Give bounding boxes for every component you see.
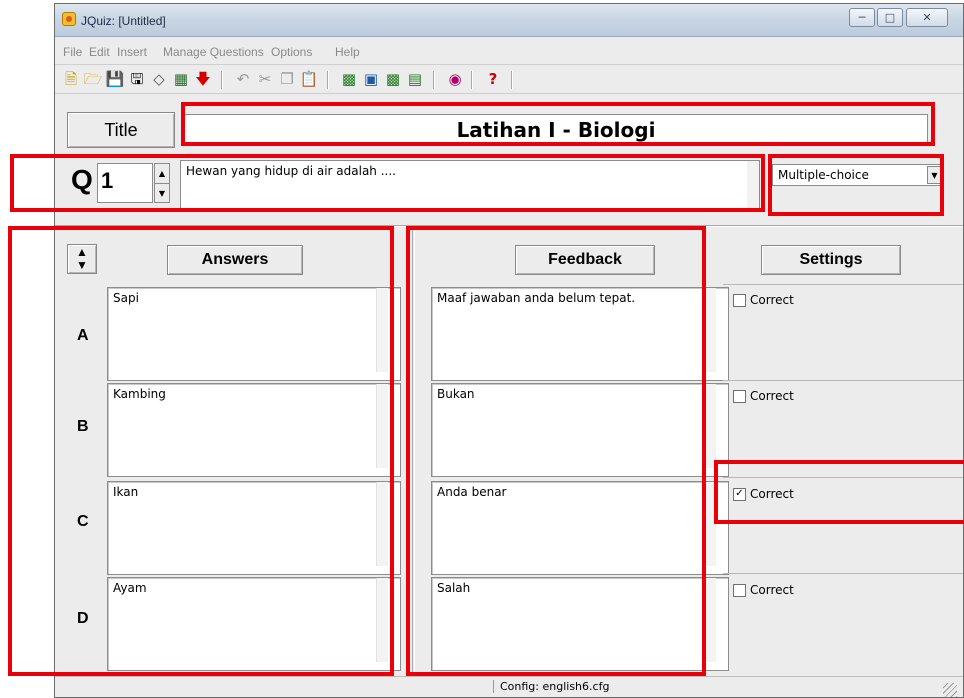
status-bar: Config: english6.cfg <box>55 676 963 698</box>
menu-insert[interactable]: Insert <box>117 45 147 59</box>
spin-down-icon[interactable]: ▼ <box>155 184 169 203</box>
export-alt-icon[interactable]: ▣ <box>361 69 381 89</box>
help-icon[interactable]: ? <box>483 69 503 89</box>
export-web-icon[interactable]: ▩ <box>383 69 403 89</box>
toolbar-separator <box>327 71 329 89</box>
correct-label: Correct <box>750 293 794 307</box>
feedback-scrollbar[interactable] <box>704 384 716 468</box>
export-icon[interactable]: ▩ <box>339 69 359 89</box>
menu-manage-questions[interactable]: Manage Questions <box>163 45 264 59</box>
close-icon: ✕ <box>922 11 932 24</box>
answer-scrollbar[interactable] <box>376 578 388 662</box>
jquiz-window: JQuiz: [Untitled] ─ □ ✕ File Edit Insert… <box>54 3 964 698</box>
question-number-spinner[interactable]: ▲ ▼ <box>154 163 170 203</box>
answer-letter: A <box>77 327 89 344</box>
question-number-input[interactable]: 1 <box>97 163 153 203</box>
title-bar[interactable]: JQuiz: [Untitled] ─ □ ✕ <box>55 4 963 37</box>
settings-separator <box>723 284 963 285</box>
colors-icon[interactable]: ◉ <box>445 69 465 89</box>
save-icon[interactable]: 💾 <box>105 69 125 89</box>
checkbox-checked-icon[interactable]: ✓ <box>733 488 746 501</box>
question-scrollbar[interactable] <box>747 161 759 211</box>
feedback-scrollbar[interactable] <box>704 288 716 372</box>
minimize-button[interactable]: ─ <box>849 8 875 27</box>
open-folder-icon[interactable]: 🗁 <box>83 69 103 89</box>
quiz-title-input[interactable]: Latihan I - Biologi <box>184 114 928 146</box>
answer-scrollbar[interactable] <box>376 384 388 468</box>
answers-header-button[interactable]: Answers <box>167 245 303 275</box>
resize-grip-icon[interactable] <box>943 683 957 697</box>
question-text-input[interactable]: Hewan yang hidup di air adalah .... <box>180 160 760 212</box>
window-title: JQuiz: [Untitled] <box>81 14 166 28</box>
close-button[interactable]: ✕ <box>906 8 948 27</box>
save-as-icon[interactable]: 🖫 <box>127 69 147 89</box>
reorder-answers-button[interactable]: ▲ ▼ <box>67 244 97 274</box>
chevron-down-icon[interactable]: ▼ <box>927 166 942 184</box>
checkbox-box[interactable] <box>733 390 746 403</box>
web-page-icon[interactable]: ▦ <box>171 69 191 89</box>
feedback-input[interactable]: Salah <box>431 577 729 671</box>
answer-letter: C <box>77 513 89 530</box>
feedback-header-button[interactable]: Feedback <box>515 245 655 275</box>
copy-icon[interactable]: ❐ <box>277 69 297 89</box>
question-type-select[interactable]: Multiple-choice <box>772 164 944 186</box>
question-label: Q <box>71 164 93 195</box>
print-icon[interactable]: ▤ <box>405 69 425 89</box>
feedback-input[interactable]: Bukan <box>431 383 729 477</box>
cut-icon[interactable]: ✂ <box>255 69 275 89</box>
answer-input[interactable]: Ikan <box>107 481 401 575</box>
correct-label: Correct <box>750 487 794 501</box>
checkbox-box[interactable] <box>733 294 746 307</box>
menu-bar: File Edit Insert Manage Questions Option… <box>55 42 963 62</box>
spin-up-icon[interactable]: ▲ <box>155 164 169 184</box>
correct-label: Correct <box>750 583 794 597</box>
jquiz-app-icon <box>62 12 76 26</box>
toolbar-separator <box>221 71 223 89</box>
toolbar-separator <box>511 71 513 89</box>
undo-icon[interactable]: ↶ <box>233 69 253 89</box>
answer-input[interactable]: Sapi <box>107 287 401 381</box>
new-file-icon[interactable]: 🗎 <box>61 69 81 89</box>
maximize-icon: □ <box>884 11 896 24</box>
correct-label: Correct <box>750 389 794 403</box>
toolbar-separator <box>433 71 435 89</box>
menu-edit[interactable]: Edit <box>89 45 110 59</box>
answer-letter: B <box>77 418 89 435</box>
section-divider <box>55 225 963 227</box>
sort-arrows-icon: ▲ ▼ <box>76 245 88 272</box>
minimize-icon: ─ <box>858 11 866 24</box>
toolbar-separator <box>471 71 473 89</box>
column-divider <box>412 230 415 672</box>
config-status: Config: english6.cfg <box>493 680 609 693</box>
paste-icon[interactable]: 📋 <box>299 69 319 89</box>
settings-header-button[interactable]: Settings <box>761 245 901 275</box>
answer-letter: D <box>77 610 89 627</box>
menu-help[interactable]: Help <box>335 45 360 59</box>
menu-file[interactable]: File <box>63 45 82 59</box>
answer-input[interactable]: Kambing <box>107 383 401 477</box>
menu-options[interactable]: Options <box>271 45 312 59</box>
answer-scrollbar[interactable] <box>376 482 388 566</box>
feedback-scrollbar[interactable] <box>704 578 716 662</box>
feedback-input[interactable]: Maaf jawaban anda belum tepat. <box>431 287 729 381</box>
eraser-icon[interactable]: ◇ <box>149 69 169 89</box>
feedback-input[interactable]: Anda benar <box>431 481 729 575</box>
settings-separator <box>723 380 963 381</box>
settings-separator <box>723 573 963 574</box>
answer-scrollbar[interactable] <box>376 288 388 372</box>
toolbar: 🗎 🗁 💾 🖫 ◇ ▦ 🡇 ↶ ✂ ❐ 📋 ▩ ▣ ▩ ▤ ◉ ? <box>55 64 963 94</box>
down-arrow-icon[interactable]: 🡇 <box>193 69 213 89</box>
checkbox-box[interactable] <box>733 584 746 597</box>
settings-separator <box>723 477 963 478</box>
maximize-button[interactable]: □ <box>877 8 903 27</box>
feedback-scrollbar[interactable] <box>704 482 716 566</box>
title-button[interactable]: Title <box>67 112 175 148</box>
answer-input[interactable]: Ayam <box>107 577 401 671</box>
